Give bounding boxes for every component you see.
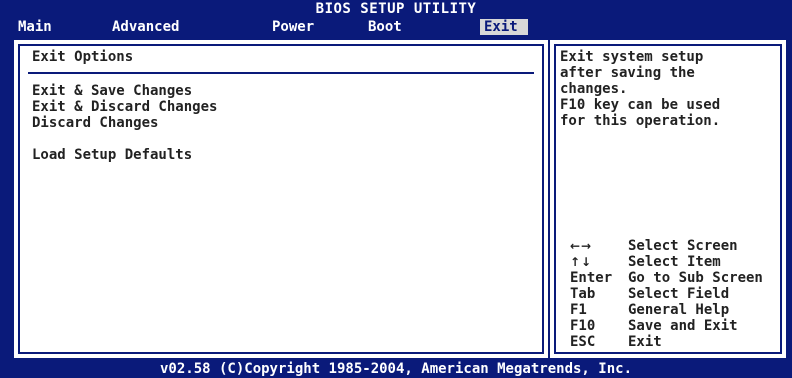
exit-discard-changes-option[interactable]: Exit & Discard Changes bbox=[32, 99, 217, 115]
options-panel: Exit Options Exit & Save Changes Exit & … bbox=[14, 40, 548, 358]
section-title: Exit Options bbox=[32, 49, 134, 65]
left-right-arrow-icon: ←→ bbox=[570, 239, 593, 253]
load-setup-defaults-option[interactable]: Load Setup Defaults bbox=[32, 147, 192, 163]
bios-screen: BIOS SETUP UTILITY Main Advanced Power B… bbox=[0, 0, 792, 378]
key-action: Go to Sub Screen bbox=[628, 270, 763, 286]
key-name: Tab bbox=[570, 286, 596, 302]
tab-boot[interactable]: Boot bbox=[364, 19, 406, 35]
key-action: Select Item bbox=[628, 254, 721, 270]
tab-exit[interactable]: Exit bbox=[480, 19, 528, 35]
tab-power[interactable]: Power bbox=[268, 19, 318, 35]
key-action: Select Field bbox=[628, 286, 730, 302]
tab-main[interactable]: Main bbox=[14, 19, 56, 35]
copyright-footer: v02.58 (C)Copyright 1985-2004, American … bbox=[159, 361, 632, 377]
help-text: Exit system setup after saving the chang… bbox=[560, 49, 721, 129]
key-row-enter: Enter Go to Sub Screen bbox=[570, 270, 763, 286]
key-name: F1 bbox=[570, 302, 587, 318]
key-name: F10 bbox=[570, 318, 596, 334]
exit-save-changes-option[interactable]: Exit & Save Changes bbox=[32, 83, 192, 99]
key-row-f1: F1 General Help bbox=[570, 302, 763, 318]
bios-title: BIOS SETUP UTILITY bbox=[315, 1, 477, 17]
key-legend: ←→ Select Screen ↑↓ Select Item Enter Go to… bbox=[570, 238, 763, 350]
key-row-select-screen: ←→ Select Screen bbox=[570, 238, 763, 254]
key-action: Select Screen bbox=[628, 238, 738, 254]
key-row-esc: ESC Exit bbox=[570, 334, 763, 350]
key-action: Exit bbox=[628, 334, 662, 350]
key-row-tab: Tab Select Field bbox=[570, 286, 763, 302]
discard-changes-option[interactable]: Discard Changes bbox=[32, 115, 158, 131]
section-divider bbox=[28, 72, 534, 74]
menu-bar: BIOS SETUP UTILITY Main Advanced Power B… bbox=[0, 0, 792, 36]
help-panel: Exit system setup after saving the chang… bbox=[550, 40, 786, 358]
key-name: ESC bbox=[570, 334, 596, 350]
key-action: Save and Exit bbox=[628, 318, 738, 334]
key-name: Enter bbox=[570, 270, 613, 286]
key-action: General Help bbox=[628, 302, 730, 318]
key-row-select-item: ↑↓ Select Item bbox=[570, 254, 763, 270]
tab-advanced[interactable]: Advanced bbox=[108, 19, 183, 35]
key-row-f10: F10 Save and Exit bbox=[570, 318, 763, 334]
up-down-arrow-icon: ↑↓ bbox=[570, 255, 593, 269]
